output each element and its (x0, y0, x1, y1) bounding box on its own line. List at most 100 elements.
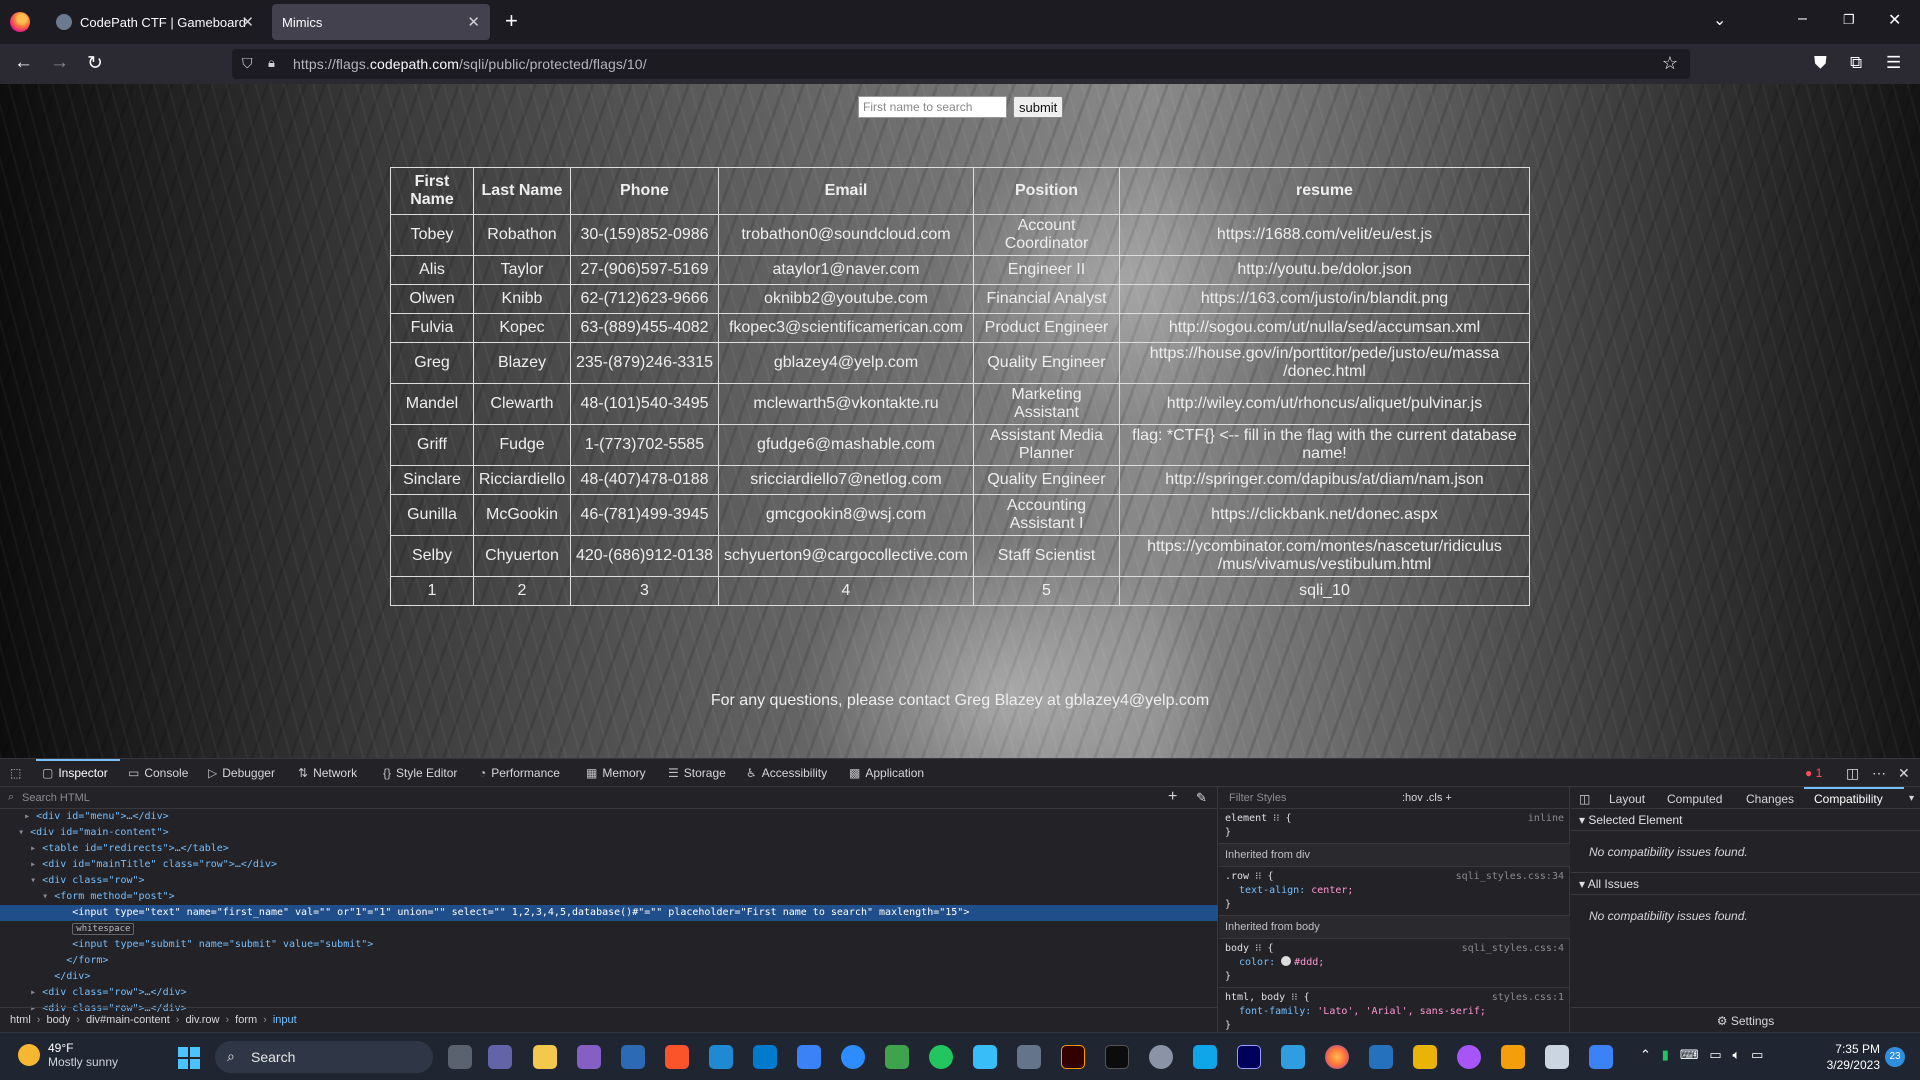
tab-inspector[interactable]: ▢ Inspector (42, 766, 108, 780)
breadcrumb-item[interactable]: input (273, 1014, 297, 1026)
breadcrumb-item[interactable]: div#main-content (86, 1014, 170, 1026)
selected-element-section[interactable]: ▾ Selected Element (1571, 809, 1920, 831)
breadcrumb-item[interactable]: div.row (185, 1014, 219, 1026)
close-devtools-icon[interactable]: ✕ (1898, 765, 1910, 782)
selected-markup-node[interactable]: <input type="text" name="first_name" val… (0, 905, 1218, 921)
rules-filter-bar[interactable]: Filter Styles :hov .cls + (1219, 787, 1570, 809)
markup-node[interactable]: ▸ <table id="redirects">…</table> (0, 841, 1218, 857)
zoom-icon[interactable] (841, 1045, 865, 1069)
clock[interactable]: 7:35 PM 3/29/2023 (1810, 1041, 1880, 1073)
bookmark-star-icon[interactable]: ☆ (1662, 53, 1678, 74)
settings-button[interactable]: ⚙ Settings (1571, 1007, 1920, 1033)
submit-button[interactable]: submit (1013, 96, 1064, 118)
app-icon[interactable] (1545, 1045, 1569, 1069)
new-tab-icon[interactable]: + (505, 8, 518, 34)
taskbar-search[interactable]: ⌕ Search (215, 1041, 433, 1073)
extensions-icon[interactable]: ⧉ (1850, 53, 1862, 73)
markup-node[interactable]: ▾ <div class="row"> (0, 873, 1218, 889)
app-icon[interactable] (1501, 1045, 1525, 1069)
pocket-icon[interactable]: ⛊ (1814, 53, 1827, 73)
list-all-tabs-icon[interactable]: ⌄ (1713, 10, 1726, 30)
app-icon[interactable] (1413, 1045, 1437, 1069)
breadcrumb-item[interactable]: form (235, 1014, 257, 1026)
app-icon[interactable] (1281, 1045, 1305, 1069)
firefox-taskbar-icon[interactable] (1325, 1045, 1349, 1069)
all-issues-section[interactable]: ▾ All Issues (1571, 873, 1920, 895)
markup-node[interactable]: <input type="submit" name="submit" value… (0, 937, 1218, 953)
markup-code[interactable]: <div id="main-content"> (30, 827, 168, 838)
markup-code[interactable]: <div id="mainTitle" class="row">…</div> (42, 859, 277, 870)
more-options-icon[interactable]: ⋯ (1872, 765, 1886, 782)
weather-widget[interactable]: 49°F Mostly sunny (18, 1041, 118, 1069)
tab-computed[interactable]: Computed (1667, 792, 1722, 806)
markup-code[interactable]: <table id="redirects">…</table> (42, 843, 229, 854)
markup-node[interactable]: ▸ <div id="menu">…</div> (0, 809, 1218, 825)
close-tab-icon[interactable]: ✕ (467, 13, 480, 31)
menu-icon[interactable]: ☰ (1886, 53, 1901, 73)
tab-accessibility[interactable]: ♿︎ Accessibility (746, 766, 827, 780)
breadcrumb-item[interactable]: html (10, 1014, 31, 1026)
add-node-icon[interactable]: + (1168, 788, 1177, 806)
tab-compatibility[interactable]: Compatibility (1814, 792, 1883, 806)
app-icon[interactable] (1457, 1045, 1481, 1069)
chat-icon[interactable] (488, 1045, 512, 1069)
tab-storage[interactable]: ☰ Storage (668, 766, 726, 780)
chevron-up-icon[interactable]: ⌃ (1640, 1047, 1651, 1062)
url-text[interactable]: https://flags.codepath.com/sqli/public/p… (293, 56, 647, 72)
markup-node[interactable]: ▾ <form method="post"> (0, 889, 1218, 905)
tab-changes[interactable]: Changes (1746, 792, 1794, 806)
markup-node[interactable]: ▸ <div class="row">…</div> (0, 985, 1218, 1001)
illustrator-icon[interactable] (1061, 1045, 1085, 1069)
markup-node[interactable]: </div> (0, 969, 1218, 985)
volume-icon[interactable]: 🔈︎ (1733, 1047, 1741, 1062)
notepad-icon[interactable] (1193, 1045, 1217, 1069)
start-button[interactable] (178, 1047, 200, 1069)
system-tray[interactable]: ⌃ ▮ ⌨ ▭ 🔈︎ ▭ (1640, 1047, 1763, 1063)
url-bar[interactable]: ⛉ 🔒︎ https://flags.codepath.com/sqli/pub… (232, 49, 1690, 79)
battery-saver-icon[interactable]: ▮ (1662, 1047, 1669, 1062)
app-icon[interactable] (885, 1045, 909, 1069)
tab-layout[interactable]: Layout (1609, 792, 1645, 806)
error-count-badge[interactable]: ● 1 (1805, 766, 1822, 780)
sidebar-menu-icon[interactable]: ▾ (1909, 793, 1914, 804)
mail-icon[interactable] (709, 1045, 733, 1069)
lock-icon[interactable]: 🔒︎ (268, 55, 275, 71)
tracking-protection-icon[interactable]: ⛉ (242, 55, 253, 72)
markup-code[interactable]: <form method="post"> (54, 891, 174, 902)
tab-network[interactable]: ⇅ Network (298, 766, 357, 780)
tab-application[interactable]: ▩ Application (849, 766, 924, 780)
tab-style-editor[interactable]: {} Style Editor (383, 766, 457, 780)
markup-code[interactable]: <input type="text" name="first_name" val… (72, 907, 969, 918)
app-icon[interactable] (973, 1045, 997, 1069)
close-tab-icon[interactable]: ✕ (241, 13, 254, 31)
app-icon[interactable] (621, 1045, 645, 1069)
notification-badge[interactable]: 23 (1885, 1047, 1905, 1067)
markup-code[interactable]: </form> (66, 955, 108, 966)
vs-code-icon[interactable] (753, 1045, 777, 1069)
tab-console[interactable]: ▭ Console (128, 766, 188, 780)
html-search-bar[interactable]: ⌕ Search HTML + ✎ (0, 787, 1218, 809)
tab-gameboard[interactable]: CodePath CTF | Gameboard ✕ (46, 4, 264, 40)
dock-side-icon[interactable]: ◫ (1846, 765, 1859, 782)
settings-icon[interactable] (1149, 1045, 1173, 1069)
tab-debugger[interactable]: ▷ Debugger (208, 766, 275, 780)
file-explorer-icon[interactable] (533, 1045, 557, 1069)
whitespace-badge[interactable]: whitespace (72, 923, 135, 935)
keyboard-icon[interactable]: ⌨ (1680, 1047, 1699, 1062)
restore-icon[interactable]: ❐ (1843, 12, 1855, 28)
back-icon[interactable]: ← (14, 52, 33, 74)
filter-styles-input[interactable]: Filter Styles (1229, 792, 1286, 804)
tab-memory[interactable]: ▦ Memory (586, 766, 646, 780)
html-search-placeholder[interactable]: Search HTML (22, 792, 90, 804)
task-view-icon[interactable] (448, 1045, 472, 1069)
markup-code[interactable]: </div> (54, 971, 90, 982)
after-effects-icon[interactable] (1237, 1045, 1261, 1069)
markup-node[interactable]: ▸ <div id="mainTitle" class="row">…</div… (0, 857, 1218, 873)
markup-code[interactable]: <div id="menu">…</div> (36, 811, 168, 822)
toggle-sidebar-icon[interactable]: ◫ (1579, 792, 1590, 806)
close-window-icon[interactable]: ✕ (1888, 10, 1901, 30)
forward-icon[interactable]: → (50, 52, 69, 74)
battery-icon[interactable]: ▭ (1751, 1047, 1763, 1062)
app-icon[interactable] (929, 1045, 953, 1069)
powershell-icon[interactable] (1369, 1045, 1393, 1069)
